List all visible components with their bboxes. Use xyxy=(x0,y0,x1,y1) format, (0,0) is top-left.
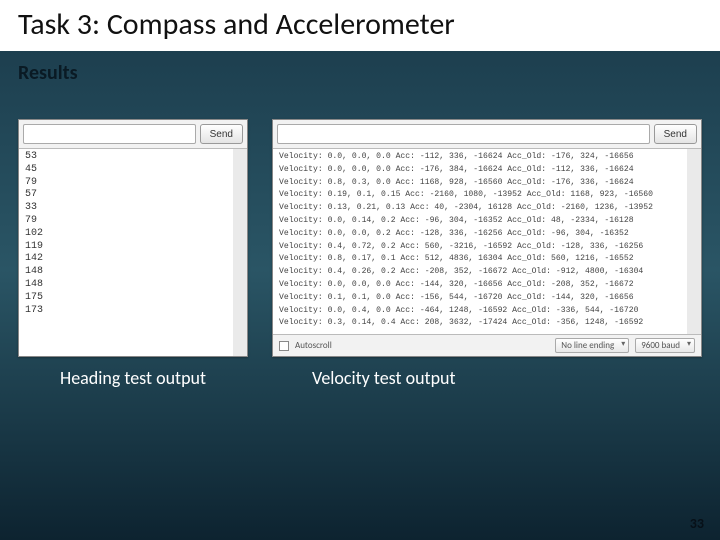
heading-line: 45 xyxy=(25,164,227,177)
heading-line: 142 xyxy=(25,253,227,266)
heading-send-button[interactable]: Send xyxy=(200,124,243,144)
heading-line: 79 xyxy=(25,215,227,228)
slide-subtitle: Results xyxy=(0,51,720,85)
heading-line: 148 xyxy=(25,279,227,292)
velocity-line: Velocity: 0.0, 0.4, 0.0 Acc: -464, 1248,… xyxy=(279,305,681,318)
velocity-line: Velocity: 0.0, 0.0, 0.0 Acc: -176, 384, … xyxy=(279,164,681,177)
velocity-send-button[interactable]: Send xyxy=(654,124,697,144)
slide-title: Task 3: Compass and Accelerometer xyxy=(0,0,720,51)
velocity-output-body: Velocity: 0.0, 0.0, 0.0 Acc: -112, 336, … xyxy=(273,149,701,334)
velocity-panel-toolbar: Send xyxy=(273,120,701,149)
velocity-line: Velocity: 0.8, 0.3, 0.0 Acc: 1168, 928, … xyxy=(279,177,681,190)
output-panels: Send 534579573379102119142148148175173 S… xyxy=(0,85,720,357)
heading-line: 173 xyxy=(25,305,227,318)
heading-line: 175 xyxy=(25,292,227,305)
heading-line: 119 xyxy=(25,241,227,254)
heading-line: 53 xyxy=(25,151,227,164)
heading-output-panel: Send 534579573379102119142148148175173 xyxy=(18,119,248,357)
heading-line: 102 xyxy=(25,228,227,241)
velocity-line: Velocity: 0.0, 0.0, 0.0 Acc: -144, 320, … xyxy=(279,279,681,292)
velocity-line: Velocity: 0.0, 0.0, 0.0 Acc: -112, 336, … xyxy=(279,151,681,164)
velocity-caption: Velocity test output xyxy=(272,367,702,389)
velocity-line: Velocity: 0.8, 0.17, 0.1 Acc: 512, 4836,… xyxy=(279,253,681,266)
velocity-line: Velocity: 0.4, 0.26, 0.2 Acc: -208, 352,… xyxy=(279,266,681,279)
velocity-output-panel: Send Velocity: 0.0, 0.0, 0.0 Acc: -112, … xyxy=(272,119,702,357)
velocity-line: Velocity: 0.3, 0.14, 0.4 Acc: 208, 3632,… xyxy=(279,317,681,330)
baud-select[interactable]: 9600 baud xyxy=(635,338,695,353)
heading-line: 57 xyxy=(25,189,227,202)
heading-line: 79 xyxy=(25,177,227,190)
heading-output-body: 534579573379102119142148148175173 xyxy=(19,149,247,356)
velocity-line: Velocity: 0.1, 0.1, 0.0 Acc: -156, 544, … xyxy=(279,292,681,305)
velocity-input[interactable] xyxy=(277,124,650,144)
heading-input[interactable] xyxy=(23,124,196,144)
heading-line: 148 xyxy=(25,266,227,279)
panel-captions: Heading test output Velocity test output xyxy=(0,357,720,389)
velocity-line: Velocity: 0.13, 0.21, 0.13 Acc: 40, -230… xyxy=(279,202,681,215)
slide-number: 33 xyxy=(690,515,704,532)
velocity-line: Velocity: 0.19, 0.1, 0.15 Acc: -2160, 10… xyxy=(279,189,681,202)
heading-caption: Heading test output xyxy=(18,367,248,389)
autoscroll-checkbox[interactable] xyxy=(279,341,289,351)
heading-line: 33 xyxy=(25,202,227,215)
velocity-line: Velocity: 0.0, 0.0, 0.2 Acc: -128, 336, … xyxy=(279,228,681,241)
velocity-panel-footer: Autoscroll No line ending 9600 baud xyxy=(273,334,701,356)
velocity-line: Velocity: 0.4, 0.72, 0.2 Acc: 560, -3216… xyxy=(279,241,681,254)
velocity-line: Velocity: 0.0, 0.14, 0.2 Acc: -96, 304, … xyxy=(279,215,681,228)
autoscroll-label: Autoscroll xyxy=(295,340,332,351)
line-ending-select[interactable]: No line ending xyxy=(555,338,629,353)
heading-panel-toolbar: Send xyxy=(19,120,247,149)
